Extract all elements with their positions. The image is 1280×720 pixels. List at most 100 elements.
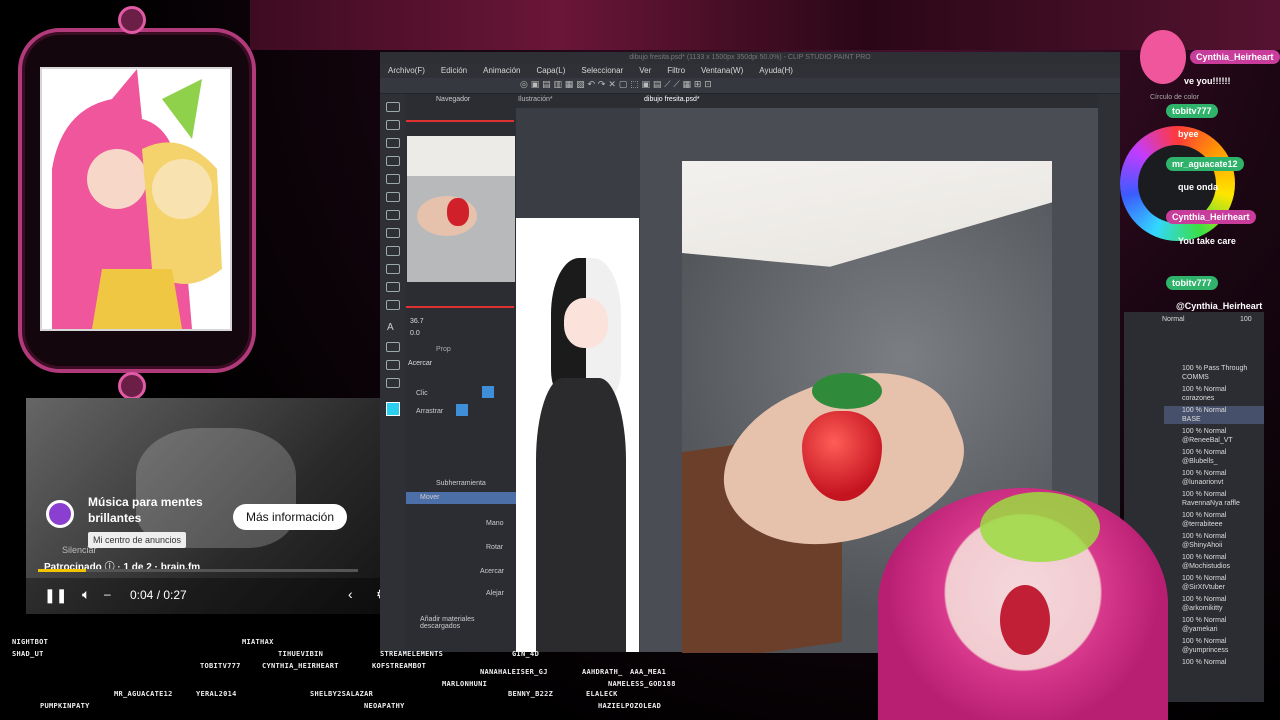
figure-tool-icon[interactable] bbox=[386, 300, 400, 310]
layer-name: @yumprincess bbox=[1182, 647, 1229, 654]
menu-ayuda[interactable]: Ayuda(H) bbox=[751, 64, 801, 78]
layer-row[interactable]: 100 % Normal BASE bbox=[1182, 406, 1226, 424]
eraser-tool-icon[interactable] bbox=[386, 156, 400, 166]
menu-ventana[interactable]: Ventana(W) bbox=[693, 64, 751, 78]
volume-slider[interactable]: – bbox=[104, 587, 111, 601]
blend-tool-icon[interactable] bbox=[386, 174, 400, 184]
menu-capa[interactable]: Capa(L) bbox=[529, 64, 574, 78]
credit-name: NEOAPATHY bbox=[364, 702, 405, 710]
credit-name: KOFSTREAMBOT bbox=[372, 662, 427, 670]
subtool-mover[interactable]: Mover bbox=[420, 494, 439, 501]
menu-seleccionar[interactable]: Seleccionar bbox=[573, 64, 631, 78]
chibi-green-hair bbox=[980, 492, 1100, 562]
brush-tool-icon[interactable] bbox=[386, 138, 400, 148]
pencil-tool-icon[interactable] bbox=[386, 120, 400, 130]
subtool-alejar[interactable]: Alejar bbox=[486, 590, 504, 597]
tool-property-panel: Clic Arrastrar bbox=[406, 374, 516, 478]
fill-tool-icon[interactable] bbox=[386, 228, 400, 238]
correct-line-tool-icon[interactable] bbox=[386, 378, 400, 388]
layer-row[interactable]: 100 % Normal @Mochistudios bbox=[1182, 553, 1230, 571]
credit-name: MARLONHUNI bbox=[442, 680, 488, 688]
gradient-tool-icon[interactable] bbox=[386, 246, 400, 256]
zoom-value[interactable]: 36.7 bbox=[410, 318, 424, 325]
layer-mode: 100 % Normal bbox=[1182, 449, 1227, 456]
volume-icon[interactable]: 🔈︎ bbox=[82, 586, 90, 603]
drag-zoom-toggle[interactable] bbox=[456, 404, 468, 416]
subtool-acercar[interactable]: Acercar bbox=[480, 568, 504, 575]
phone-bottom-button bbox=[118, 372, 146, 400]
subtool-rotar[interactable]: Rotar bbox=[486, 544, 503, 551]
chat-header-user: Cynthia_Heirheart bbox=[1190, 50, 1280, 64]
layer-row[interactable]: 100 % Normal @ReneeBal_VT bbox=[1182, 427, 1233, 445]
menu-archivo[interactable]: Archivo(F) bbox=[380, 64, 433, 78]
layer-row[interactable]: 100 % Normal bbox=[1182, 658, 1226, 667]
layer-row[interactable]: 100 % Normal @yamekari bbox=[1182, 616, 1226, 634]
commission-artwork bbox=[40, 67, 232, 331]
zoom-in-toggle[interactable] bbox=[482, 386, 494, 398]
layer-row[interactable]: 100 % Normal @arkomikitty bbox=[1182, 595, 1226, 613]
chat-snippet: ve you!!!!!! bbox=[1184, 76, 1231, 86]
red-divider bbox=[406, 306, 514, 308]
zoom-tool-icon[interactable] bbox=[386, 282, 400, 292]
subtool-panel: Subherramienta Mover Mano Rotar Acercar … bbox=[406, 478, 516, 652]
layer-name: corazones bbox=[1182, 395, 1215, 402]
layer-mode: 100 % Normal bbox=[1182, 575, 1227, 582]
credit-name: BENNY_B22Z bbox=[508, 690, 554, 698]
select-tool-icon[interactable] bbox=[386, 192, 400, 202]
credit-name: PUMPKINPATY bbox=[40, 702, 90, 710]
layer-name: @SirXtVtuber bbox=[1182, 584, 1225, 591]
preview-cloth bbox=[407, 136, 515, 176]
rotate-value[interactable]: 0.0 bbox=[410, 330, 420, 337]
tab-illustration[interactable]: Ilustración* bbox=[518, 96, 553, 103]
blend-mode-select[interactable]: Normal bbox=[1162, 316, 1185, 323]
menu-edicion[interactable]: Edición bbox=[433, 64, 475, 78]
credit-name: MR_AGUACATE12 bbox=[114, 690, 173, 698]
balloon-tool-icon[interactable] bbox=[386, 342, 400, 352]
chat-text: You take care bbox=[1178, 236, 1236, 246]
layer-row[interactable]: 100 % Normal @SirXtVtuber bbox=[1182, 574, 1226, 592]
layer-row[interactable]: 100 % Normal @Blubells_ bbox=[1182, 448, 1226, 466]
layer-row[interactable]: 100 % Normal @ShinyAhoii bbox=[1182, 532, 1226, 550]
opacity-value[interactable]: 100 bbox=[1240, 316, 1252, 323]
chat-user: Cynthia_Heirheart bbox=[1166, 210, 1256, 224]
text-tool-icon[interactable]: A bbox=[387, 322, 394, 333]
prop-label[interactable]: Prop bbox=[436, 346, 451, 353]
ad-video-frame bbox=[136, 428, 296, 548]
main-color-swatch[interactable] bbox=[386, 402, 400, 416]
subtool-header: Subherramienta bbox=[436, 480, 486, 487]
chat-text: que onda bbox=[1178, 182, 1218, 192]
layer-row[interactable]: 100 % Normal @lunaorionvt bbox=[1182, 469, 1226, 487]
layer-row[interactable]: 100 % Normal corazones bbox=[1182, 385, 1226, 403]
move-tool-icon[interactable] bbox=[386, 264, 400, 274]
layer-name: @Mochistudios bbox=[1182, 563, 1230, 570]
ad-title[interactable]: Música para mentes brillantes bbox=[88, 494, 228, 526]
more-info-button[interactable]: Más información bbox=[233, 504, 348, 530]
menu-filtro[interactable]: Filtro bbox=[659, 64, 693, 78]
layer-row[interactable]: 100 % Normal @yumprincess bbox=[1182, 637, 1228, 655]
menu-animacion[interactable]: Animación bbox=[475, 64, 528, 78]
rose-decoration bbox=[250, 0, 1280, 50]
ad-progress-bar[interactable] bbox=[38, 569, 358, 572]
pen-tool-icon[interactable] bbox=[386, 102, 400, 112]
layer-name: @arkomikitty bbox=[1182, 605, 1223, 612]
chevron-left-icon[interactable]: ‹ bbox=[348, 586, 353, 602]
navigator-preview[interactable] bbox=[407, 136, 515, 282]
tab-dibujo-fresita[interactable]: dibujo fresita.psd* bbox=[644, 96, 700, 103]
layer-row[interactable]: 100 % Normal RavennaNya raffle bbox=[1182, 490, 1240, 508]
subtool-mano[interactable]: Mano bbox=[486, 520, 504, 527]
vtuber-body bbox=[536, 378, 626, 652]
brand-logo[interactable] bbox=[46, 500, 74, 528]
vtuber-face bbox=[564, 298, 608, 348]
pause-icon[interactable]: ❚❚ bbox=[44, 587, 67, 604]
layer-row[interactable]: 100 % Pass Through COMMS bbox=[1182, 364, 1247, 382]
credit-name: NIGHTBOT bbox=[12, 638, 49, 646]
layer-row[interactable]: 100 % Normal @terrabiteee bbox=[1182, 511, 1226, 529]
navigator-label[interactable]: Navegador bbox=[436, 96, 470, 103]
ad-video-player[interactable]: ⋮ Música para mentes brillantes Más info… bbox=[26, 398, 411, 614]
menu-ver[interactable]: Ver bbox=[631, 64, 659, 78]
ruler-tool-icon[interactable] bbox=[386, 360, 400, 370]
layer-mode: 100 % Normal bbox=[1182, 533, 1227, 540]
cmdbar-icons[interactable]: ◎ ▣ ▤ ▥ ▦ ▧ ↶ ↷ ✕ ▢ ⬚ ▣ ▤ ⟋ ⟋ ▦ ⊞ ⊡ bbox=[520, 80, 712, 90]
download-materials-label[interactable]: Añadir materiales descargados bbox=[420, 616, 516, 630]
lasso-tool-icon[interactable] bbox=[386, 210, 400, 220]
